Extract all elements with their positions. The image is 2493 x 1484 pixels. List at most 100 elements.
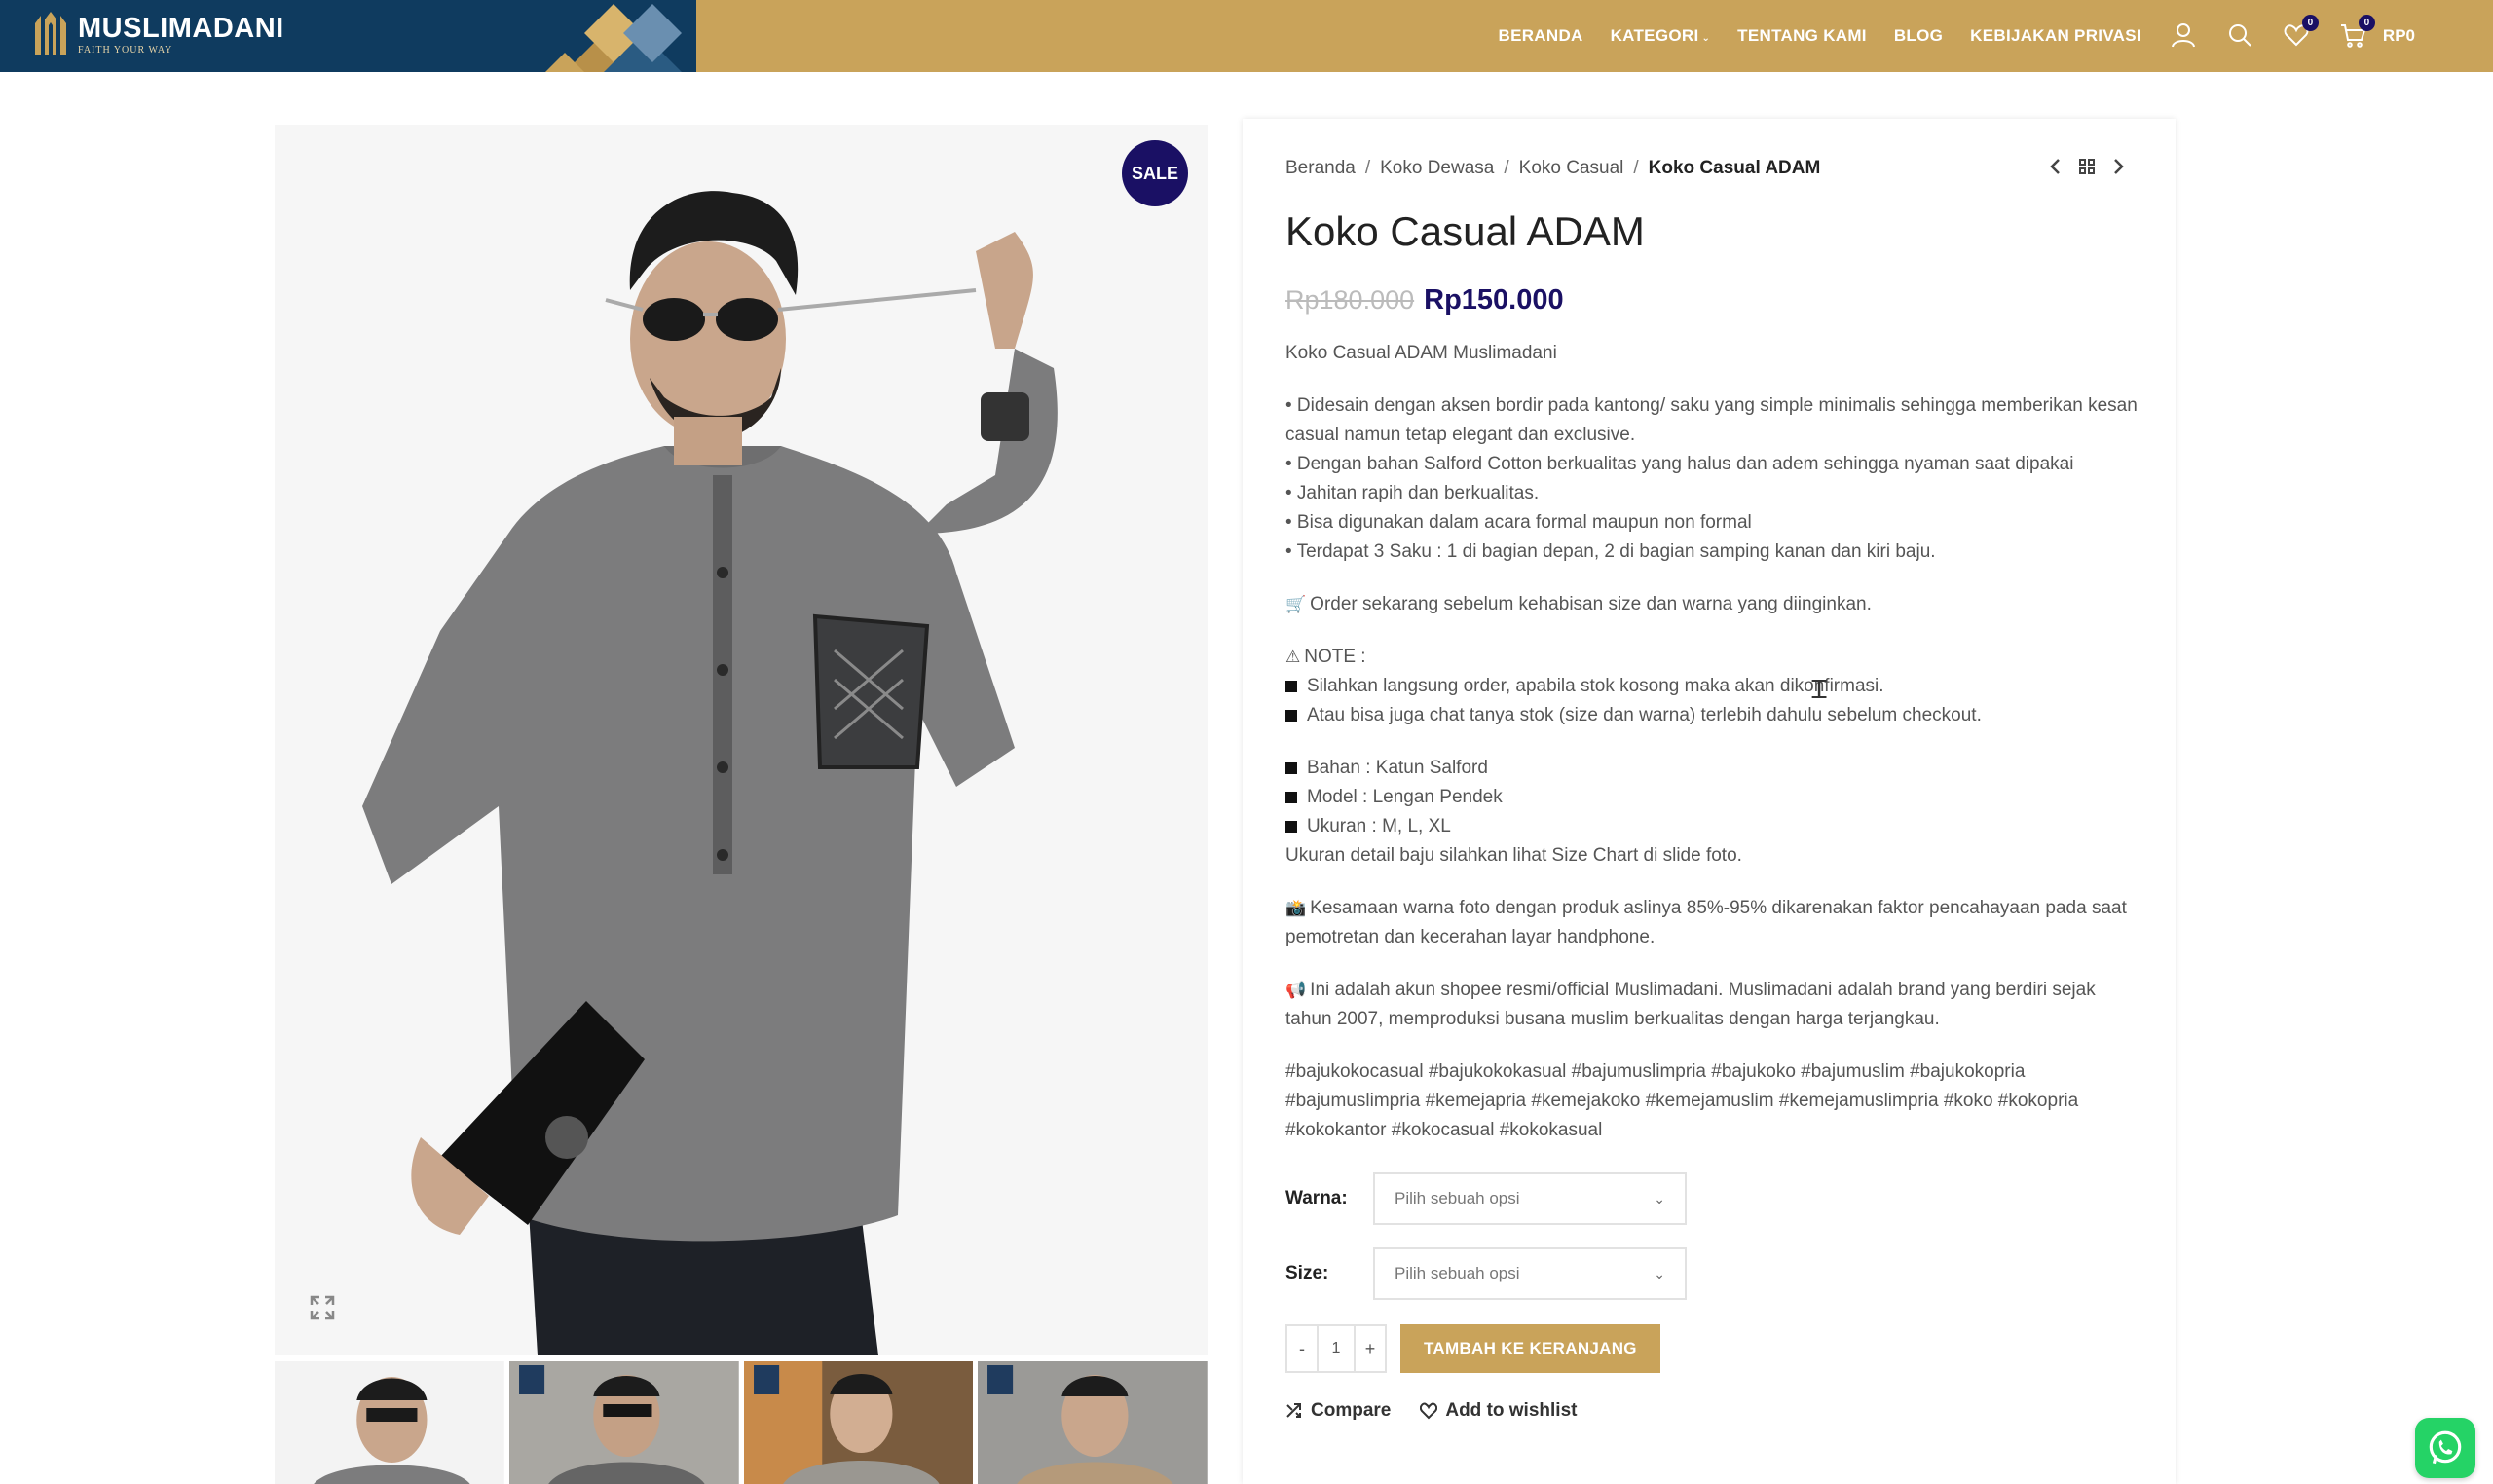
- chevron-down-icon: ⌄: [1654, 1190, 1665, 1206]
- order-note-text: Order sekarang sebelum kehabisan size da…: [1310, 594, 1872, 614]
- warna-label: Warna:: [1285, 1188, 1348, 1208]
- breadcrumb-separator: /: [1364, 158, 1371, 178]
- color-note-text: Kesamaan warna foto dengan produk asliny…: [1285, 898, 2127, 947]
- cart-count-badge: 0: [2358, 15, 2375, 31]
- note-item-text: Silahkan langsung order, apabila stok ko…: [1307, 676, 1884, 696]
- camera-icon: 📸: [1285, 899, 1307, 918]
- price-original: Rp180.000: [1285, 285, 1415, 315]
- breadcrumb-koko-casual[interactable]: Koko Casual: [1519, 158, 1624, 179]
- expand-icon[interactable]: [304, 1289, 341, 1326]
- breadcrumb-separator: /: [1504, 158, 1509, 178]
- product-title: Koko Casual ADAM: [1285, 208, 1645, 254]
- product-description: Koko Casual ADAM Muslimadani • Didesain …: [1285, 339, 2142, 1169]
- nav-kategori-label: KATEGORI: [1610, 26, 1699, 45]
- order-note: 🛒 Order sekarang sebelum kehabisan size d…: [1285, 590, 2142, 619]
- feature-item: • Jahitan rapih dan berkualitas.: [1285, 483, 1540, 503]
- chevron-down-icon: ⌄: [1654, 1265, 1665, 1281]
- search-icon[interactable]: [2227, 22, 2254, 50]
- note-item: Atau bisa juga chat tanya stok (size dan…: [1285, 701, 2142, 730]
- main-nav: BERANDA KATEGORI ⌄ TENTANG KAMI BLOG KEBI…: [1471, 0, 2493, 72]
- size-label: Size:: [1285, 1263, 1329, 1283]
- logo-tagline: FAITH YOUR WAY: [78, 44, 173, 56]
- whatsapp-icon: [2429, 1430, 2462, 1465]
- note-title: NOTE :: [1304, 647, 1366, 667]
- size-select-value: Pilih sebuah opsi: [1395, 1264, 1520, 1282]
- spec-item: Ukuran : M, L, XL: [1285, 812, 2142, 841]
- thumbnail[interactable]: [978, 1361, 1208, 1484]
- square-bullet-icon: [1285, 791, 1297, 803]
- nav-tentang-kami[interactable]: TENTANG KAMI: [1737, 26, 1867, 46]
- thumbnail[interactable]: [743, 1361, 974, 1484]
- description-intro: Koko Casual ADAM Muslimadani: [1285, 343, 1557, 363]
- quantity-stepper: - 1 +: [1285, 1324, 1387, 1373]
- account-icon[interactable]: [2171, 22, 2198, 50]
- wishlist-icon[interactable]: 0: [2284, 15, 2319, 50]
- compare-button[interactable]: Compare: [1285, 1400, 1391, 1422]
- quantity-input[interactable]: 1: [1317, 1326, 1356, 1371]
- logo-title: MUSLIMADANI: [78, 12, 284, 44]
- hashtags: #bajukokocasual #bajukokokasual #bajumus…: [1285, 1061, 2079, 1140]
- product-navigation: [2047, 158, 2127, 175]
- size-label-text: Size: [1285, 1263, 1323, 1283]
- chevron-down-icon: ⌄: [1701, 33, 1711, 44]
- size-select[interactable]: Pilih sebuah opsi ⌄: [1373, 1247, 1687, 1300]
- thumbnail[interactable]: [275, 1361, 504, 1484]
- square-bullet-icon: [1285, 820, 1297, 833]
- spec-item-text: Bahan : Katun Salford: [1307, 758, 1488, 778]
- add-to-cart-button[interactable]: TAMBAH KE KERANJANG: [1400, 1324, 1660, 1373]
- cart-total[interactable]: RP0: [2383, 26, 2415, 46]
- square-bullet-icon: [1285, 709, 1297, 722]
- logo-icon: [35, 12, 66, 55]
- square-bullet-icon: [1285, 680, 1297, 692]
- site-logo[interactable]: MUSLIMADANI FAITH YOUR WAY: [31, 10, 284, 58]
- product-main-image[interactable]: [275, 125, 1208, 1355]
- feature-item: • Bisa digunakan dalam acara formal maup…: [1285, 512, 1752, 533]
- warning-icon: ⚠: [1285, 648, 1301, 667]
- header-decoration: [545, 4, 682, 72]
- grid-icon[interactable]: [2078, 158, 2096, 175]
- official-note: 📢 Ini adalah akun shopee resmi/official M…: [1285, 976, 2142, 1034]
- product-actions: Compare Add to wishlist: [1285, 1400, 1577, 1422]
- breadcrumb: Beranda / Koko Dewasa / Koko Casual / Ko…: [1285, 158, 1820, 179]
- product-gallery: SALE: [275, 125, 1208, 1355]
- product-summary: Beranda / Koko Dewasa / Koko Casual / Ko…: [1243, 119, 2176, 1484]
- megaphone-icon: 📢: [1285, 981, 1307, 1000]
- size-chart-note: Ukuran detail baju silahkan lihat Size C…: [1285, 845, 1742, 866]
- wishlist-label: Add to wishlist: [1445, 1400, 1578, 1421]
- chevron-left-icon[interactable]: [2047, 158, 2065, 175]
- nav-blog[interactable]: BLOG: [1894, 26, 1943, 46]
- chevron-right-icon[interactable]: [2109, 158, 2127, 175]
- feature-list: • Didesain dengan aksen bordir pada kant…: [1285, 391, 2142, 567]
- note-item: Silahkan langsung order, apabila stok ko…: [1285, 672, 2142, 701]
- add-to-wishlist-button[interactable]: Add to wishlist: [1420, 1400, 1577, 1422]
- thumbnail[interactable]: [508, 1361, 739, 1484]
- feature-item: • Dengan bahan Salford Cotton berkualita…: [1285, 454, 2074, 474]
- wishlist-count-badge: 0: [2301, 15, 2319, 31]
- spec-item-text: Ukuran : M, L, XL: [1307, 816, 1451, 836]
- text-cursor-icon: Ꮖ: [1811, 675, 1829, 704]
- price-sale: Rp150.000: [1424, 284, 1564, 315]
- breadcrumb-koko-dewasa[interactable]: Koko Dewasa: [1380, 158, 1494, 179]
- nav-beranda[interactable]: BERANDA: [1499, 26, 1583, 46]
- quantity-decrease-button[interactable]: -: [1287, 1326, 1317, 1371]
- thumbnail-strip: [275, 1361, 1208, 1484]
- note-heading: ⚠ NOTE :: [1285, 643, 2142, 672]
- warna-select[interactable]: Pilih sebuah opsi ⌄: [1373, 1172, 1687, 1225]
- breadcrumb-current: Koko Casual ADAM: [1648, 158, 1821, 178]
- model-photo: [275, 125, 1208, 1355]
- warna-label-text: Warna: [1285, 1188, 1342, 1208]
- nav-kategori[interactable]: KATEGORI ⌄: [1611, 26, 1711, 46]
- spec-item: Bahan : Katun Salford: [1285, 754, 2142, 783]
- warna-select-value: Pilih sebuah opsi: [1395, 1189, 1520, 1207]
- cart-icon[interactable]: 0: [2340, 15, 2375, 50]
- spec-item-text: Model : Lengan Pendek: [1307, 787, 1503, 807]
- breadcrumb-beranda[interactable]: Beranda: [1285, 158, 1356, 179]
- product-price: Rp180.000 Rp150.000: [1285, 284, 1564, 316]
- feature-item: • Terdapat 3 Saku : 1 di bagian depan, 2…: [1285, 541, 1936, 562]
- sale-badge: SALE: [1122, 140, 1188, 206]
- site-header: MUSLIMADANI FAITH YOUR WAY BERANDA KATEG…: [0, 0, 2493, 72]
- whatsapp-button[interactable]: [2415, 1418, 2475, 1478]
- nav-kebijakan-privasi[interactable]: KEBIJAKAN PRIVASI: [1970, 26, 2141, 46]
- quantity-increase-button[interactable]: +: [1356, 1326, 1385, 1371]
- spec-item: Model : Lengan Pendek: [1285, 783, 2142, 812]
